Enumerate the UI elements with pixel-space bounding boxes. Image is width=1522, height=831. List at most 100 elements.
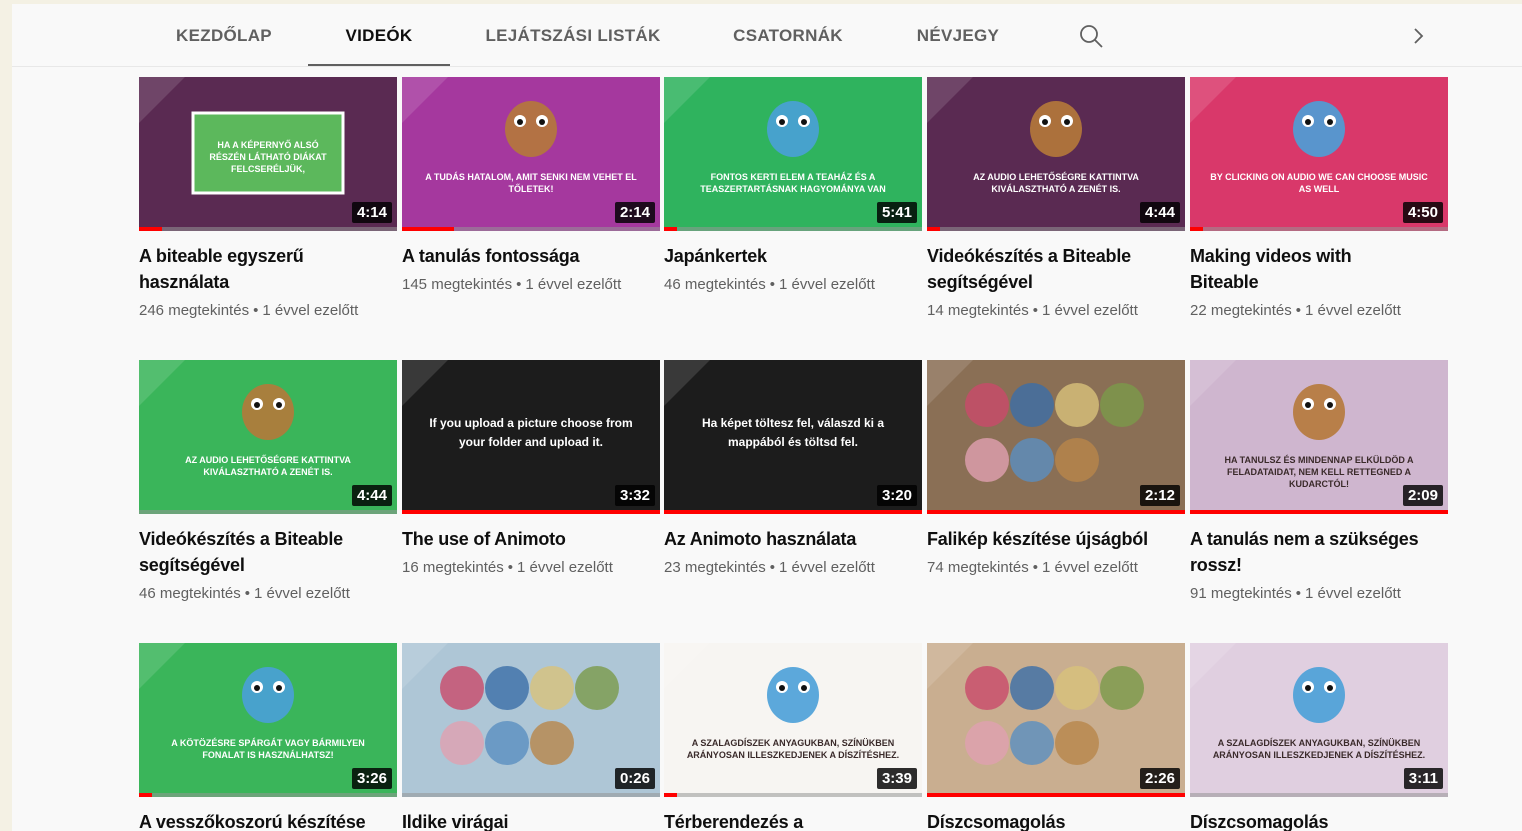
- watch-progress-bar: [927, 510, 1185, 514]
- watermark-corner: [139, 77, 185, 123]
- video-thumbnail[interactable]: A TUDÁS HATALOM, AMIT SENKI NEM VEHET EL…: [402, 77, 660, 231]
- video-title[interactable]: Making videos with Biteable: [1190, 243, 1420, 295]
- video-card[interactable]: Ha képet töltesz fel, válaszd ki a mappá…: [664, 360, 922, 578]
- video-card[interactable]: A KÖTÖZÉSRE SPÁRGÁT VAGY BÁRMILYEN FONAL…: [139, 643, 397, 831]
- thumbnail-caption: HA TANULSZ ÉS MINDENNAP ELKÜLDÖD A FELAD…: [1224, 455, 1414, 489]
- watermark-corner: [402, 360, 448, 406]
- video-thumbnail[interactable]: BY CLICKING ON AUDIO WE CAN CHOOSE MUSIC…: [1190, 77, 1448, 231]
- tab-home[interactable]: KEZDŐLAP: [164, 4, 284, 66]
- meta-separator: •: [253, 302, 259, 319]
- video-title[interactable]: Videókészítés a Biteable segítségével: [927, 243, 1157, 295]
- tab-playlists[interactable]: LEJÁTSZÁSI LISTÁK: [478, 4, 668, 66]
- video-card[interactable]: 2:12 Falikép készítése újságból 74 megteki…: [927, 360, 1185, 578]
- thumbnail-caption: AZ AUDIO LEHETŐSÉGRE KATTINTVA KIVÁLASZT…: [185, 455, 351, 477]
- video-title[interactable]: A biteable egyszerű használata: [139, 243, 369, 295]
- view-count: 74 megtekintés: [927, 559, 1029, 576]
- video-title[interactable]: Az Animoto használata: [664, 526, 894, 552]
- video-card[interactable]: 0:26 Ildike virágai: [402, 643, 660, 831]
- view-count: 46 megtekintés: [139, 585, 241, 602]
- video-duration: 3:20: [876, 485, 917, 506]
- watch-progress-fill: [664, 793, 677, 797]
- watermark-corner: [927, 77, 973, 123]
- watch-progress-fill: [402, 510, 660, 514]
- video-meta: 14 megtekintés • 1 évvel ezelőtt: [927, 301, 1185, 321]
- watermark-corner: [927, 643, 973, 689]
- video-thumbnail[interactable]: 2:12: [927, 360, 1185, 514]
- meta-separator: •: [516, 276, 522, 293]
- tab-about[interactable]: NÉVJEGY: [902, 4, 1014, 66]
- video-title[interactable]: Díszcsomagolás: [927, 809, 1157, 831]
- video-card[interactable]: A TUDÁS HATALOM, AMIT SENKI NEM VEHET EL…: [402, 77, 660, 295]
- search-icon[interactable]: [1078, 23, 1104, 49]
- video-title[interactable]: A tanulás fontossága: [402, 243, 632, 269]
- video-meta: 46 megtekintés • 1 évvel ezelőtt: [664, 275, 922, 295]
- video-duration: 3:32: [614, 485, 655, 506]
- video-title[interactable]: Ildike virágai: [402, 809, 632, 831]
- watch-progress-bar: [139, 793, 397, 797]
- video-title[interactable]: Térberendezés a: [664, 809, 894, 831]
- video-thumbnail[interactable]: HA TANULSZ ÉS MINDENNAP ELKÜLDÖD A FELAD…: [1190, 360, 1448, 514]
- video-thumbnail[interactable]: HA A KÉPERNYŐ ALSÓ RÉSZÉN LÁTHATÓ DIÁKAT…: [139, 77, 397, 231]
- watermark-corner: [664, 360, 710, 406]
- watermark-corner: [1190, 360, 1236, 406]
- video-duration: 4:44: [1139, 202, 1180, 223]
- video-title[interactable]: A vesszőkoszorú készítése: [139, 809, 369, 831]
- video-title[interactable]: Díszcsomagolás: [1190, 809, 1420, 831]
- video-title[interactable]: A tanulás nem a szükséges rossz!: [1190, 526, 1420, 578]
- video-title[interactable]: Falikép készítése újságból: [927, 526, 1157, 552]
- video-duration: 2:12: [1139, 485, 1180, 506]
- thumbnail-caption: A SZALAGDÍSZEK ANYAGUKBAN, SZÍNÜKBEN ARÁ…: [1212, 738, 1426, 760]
- video-title[interactable]: Japánkertek: [664, 243, 894, 269]
- video-meta: 145 megtekintés • 1 évvel ezelőtt: [402, 275, 660, 295]
- tab-channels[interactable]: CSATORNÁK: [718, 4, 858, 66]
- watch-progress-bar: [139, 510, 397, 514]
- video-thumbnail[interactable]: Ha képet töltesz fel, válaszd ki a mappá…: [664, 360, 922, 514]
- video-duration: 4:14: [351, 202, 392, 223]
- video-card[interactable]: BY CLICKING ON AUDIO WE CAN CHOOSE MUSIC…: [1190, 77, 1448, 321]
- thumbnail-caption: If you upload a picture choose from your…: [429, 416, 633, 449]
- video-title[interactable]: The use of Animoto: [402, 526, 632, 552]
- video-card[interactable]: If you upload a picture choose from your…: [402, 360, 660, 578]
- watch-progress-bar: [927, 227, 1185, 231]
- video-meta: 74 megtekintés • 1 évvel ezelőtt: [927, 558, 1185, 578]
- watch-progress-bar: [664, 510, 922, 514]
- video-thumbnail[interactable]: If you upload a picture choose from your…: [402, 360, 660, 514]
- video-thumbnail[interactable]: FONTOS KERTI ELEM A TEAHÁZ ÉS A TEASZERT…: [664, 77, 922, 231]
- watermark-corner: [664, 643, 710, 689]
- watch-progress-fill: [664, 227, 677, 231]
- watch-progress-bar: [927, 793, 1185, 797]
- video-card[interactable]: AZ AUDIO LEHETŐSÉGRE KATTINTVA KIVÁLASZT…: [927, 77, 1185, 321]
- video-thumbnail[interactable]: A SZALAGDÍSZEK ANYAGUKBAN, SZÍNÜKBEN ARÁ…: [1190, 643, 1448, 797]
- tab-videos[interactable]: VIDEÓK: [308, 4, 450, 66]
- video-thumbnail[interactable]: A SZALAGDÍSZEK ANYAGUKBAN, SZÍNÜKBEN ARÁ…: [664, 643, 922, 797]
- thumbnail-caption: HA A KÉPERNYŐ ALSÓ RÉSZÉN LÁTHATÓ DIÁKAT…: [209, 140, 327, 174]
- video-thumbnail[interactable]: A KÖTÖZÉSRE SPÁRGÁT VAGY BÁRMILYEN FONAL…: [139, 643, 397, 797]
- chevron-right-icon[interactable]: [1405, 23, 1431, 49]
- video-card[interactable]: A SZALAGDÍSZEK ANYAGUKBAN, SZÍNÜKBEN ARÁ…: [1190, 643, 1448, 831]
- video-thumbnail[interactable]: AZ AUDIO LEHETŐSÉGRE KATTINTVA KIVÁLASZT…: [927, 77, 1185, 231]
- video-duration: 0:26: [614, 768, 655, 789]
- video-duration: 2:09: [1402, 485, 1443, 506]
- video-title[interactable]: Videókészítés a Biteable segítségével: [139, 526, 369, 578]
- thumbnail-caption: A TUDÁS HATALOM, AMIT SENKI NEM VEHET EL…: [425, 172, 637, 194]
- video-thumbnail[interactable]: AZ AUDIO LEHETŐSÉGRE KATTINTVA KIVÁLASZT…: [139, 360, 397, 514]
- meta-separator: •: [1032, 559, 1038, 576]
- video-meta: 246 megtekintés • 1 évvel ezelőtt: [139, 301, 397, 321]
- watch-progress-fill: [402, 227, 454, 231]
- watch-progress-bar: [664, 793, 922, 797]
- video-card[interactable]: FONTOS KERTI ELEM A TEAHÁZ ÉS A TEASZERT…: [664, 77, 922, 295]
- video-card[interactable]: 2:26 Díszcsomagolás: [927, 643, 1185, 831]
- video-card[interactable]: AZ AUDIO LEHETŐSÉGRE KATTINTVA KIVÁLASZT…: [139, 360, 397, 604]
- watermark-corner: [1190, 643, 1236, 689]
- video-card[interactable]: HA A KÉPERNYŐ ALSÓ RÉSZÉN LÁTHATÓ DIÁKAT…: [139, 77, 397, 321]
- video-card[interactable]: A SZALAGDÍSZEK ANYAGUKBAN, SZÍNÜKBEN ARÁ…: [664, 643, 922, 831]
- video-thumbnail[interactable]: 0:26: [402, 643, 660, 797]
- video-thumbnail[interactable]: 2:26: [927, 643, 1185, 797]
- watch-progress-bar: [1190, 227, 1448, 231]
- upload-age: 1 évvel ezelőtt: [1042, 302, 1138, 319]
- video-card[interactable]: HA TANULSZ ÉS MINDENNAP ELKÜLDÖD A FELAD…: [1190, 360, 1448, 604]
- video-duration: 3:26: [351, 768, 392, 789]
- watch-progress-fill: [664, 510, 922, 514]
- watch-progress-fill: [1190, 510, 1448, 514]
- video-duration: 3:39: [876, 768, 917, 789]
